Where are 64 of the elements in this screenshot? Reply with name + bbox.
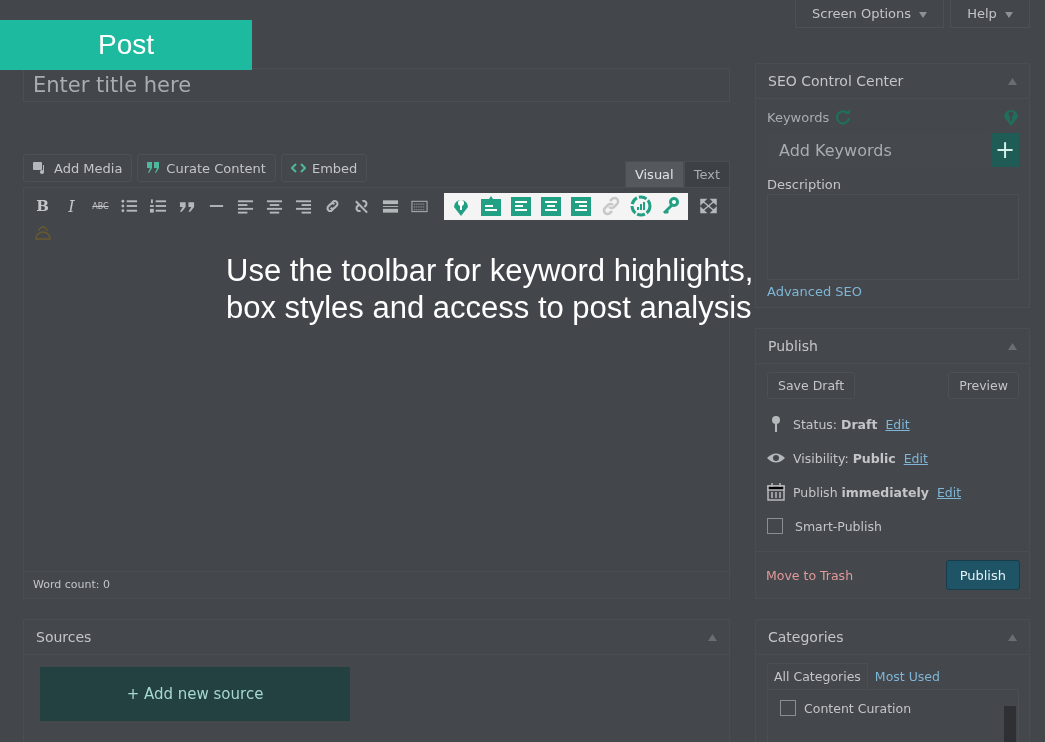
dropdown-icon	[1005, 12, 1013, 18]
right-icon[interactable]	[295, 198, 312, 214]
bullets-icon[interactable]	[121, 198, 138, 214]
left-icon[interactable]	[237, 198, 254, 214]
collapse-icon[interactable]	[1008, 342, 1017, 350]
checkbox[interactable]	[780, 700, 796, 716]
dropdown-icon	[919, 12, 928, 18]
edit-link[interactable]: Edit	[885, 416, 910, 432]
panel-title: Sources	[36, 629, 92, 645]
tutorial-banner: Post	[0, 20, 252, 70]
tutorial-text: Use the toolbar for keyword highlights,	[226, 252, 754, 289]
code-icon	[290, 163, 306, 173]
collapse-icon[interactable]	[1008, 633, 1017, 641]
media-button[interactable]: Add Media	[23, 154, 133, 182]
calendar-icon	[767, 483, 785, 501]
format-button[interactable]: ABC	[92, 201, 109, 211]
key-pin-icon[interactable]	[1003, 107, 1019, 127]
panel-title: SEO Control Center	[768, 73, 904, 89]
publish-setting-text: Publish immediately	[793, 484, 929, 500]
keyboard-icon[interactable]	[411, 198, 428, 214]
header-tab[interactable]: Help	[950, 0, 1030, 28]
box-align-icon[interactable]	[540, 195, 562, 217]
publish-button[interactable]: Publish	[945, 560, 1020, 590]
description-label: Description	[767, 177, 843, 192]
format-button[interactable]: B	[34, 197, 51, 215]
link-icon[interactable]	[324, 198, 341, 214]
save-draft-button[interactable]: Save Draft	[767, 372, 856, 399]
media-button[interactable]: Embed	[280, 154, 368, 182]
publish-setting-text: Visibility: Public	[793, 450, 896, 466]
checkbox-label: Smart-Publish	[795, 518, 882, 534]
note-box-icon[interactable]	[480, 195, 502, 217]
header-tab[interactable]: Screen Options	[795, 0, 945, 28]
numbers-icon[interactable]	[150, 198, 167, 214]
box-align-icon[interactable]	[570, 195, 592, 217]
more-icon[interactable]	[382, 198, 399, 214]
editor-tab[interactable]: Text	[683, 161, 730, 187]
chart-circle-icon[interactable]	[630, 195, 652, 217]
checkbox[interactable]	[767, 518, 783, 534]
panel-title: Categories	[768, 629, 844, 645]
fullscreen-icon[interactable]	[700, 198, 717, 214]
publish-setting-text: Status: Draft	[793, 416, 878, 432]
format-button[interactable]: I	[63, 196, 80, 216]
title-input-field[interactable]: Enter title here	[23, 68, 730, 102]
preview-button[interactable]: Preview	[948, 372, 1019, 399]
category-label: Content Curation	[804, 700, 912, 716]
editor-tab[interactable]: Visual	[624, 161, 684, 187]
category-tab[interactable]: Most Used	[867, 663, 947, 689]
add-source-button[interactable]: + Add new source	[40, 667, 350, 721]
edit-link[interactable]: Edit	[936, 484, 962, 500]
advanced-seo-link[interactable]: Advanced SEO	[767, 284, 1019, 299]
tutorial-text: box styles and access to post analysis	[226, 289, 753, 326]
quote-icon	[147, 162, 161, 174]
collapse-icon[interactable]	[708, 633, 717, 641]
unlink-icon[interactable]	[353, 198, 370, 214]
edit-link[interactable]: Edit	[903, 450, 928, 466]
panel-title: Publish	[768, 338, 818, 354]
trash-link[interactable]: Move to Trash	[766, 567, 854, 583]
category-tab[interactable]: All Categories	[767, 663, 868, 689]
center-icon[interactable]	[266, 198, 283, 214]
keywords-label: Keywords	[767, 109, 830, 125]
box-align-icon[interactable]	[510, 195, 532, 217]
add-keyword-button[interactable]: +	[991, 133, 1019, 167]
collapse-icon[interactable]	[1008, 77, 1017, 85]
media-button[interactable]: Curate Content	[137, 154, 276, 182]
